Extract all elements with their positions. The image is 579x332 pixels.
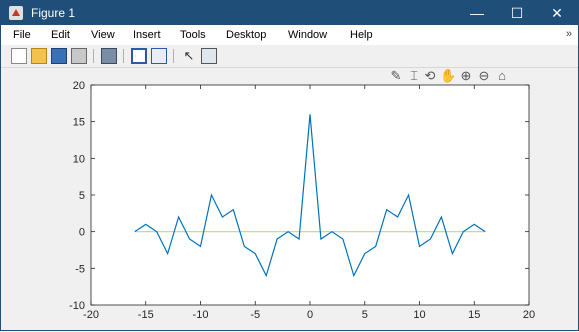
y-tick-label: 0 <box>79 227 85 239</box>
x-tick-label: 0 <box>307 309 313 321</box>
x-tick-label: 10 <box>413 309 425 321</box>
x-tick-label: 15 <box>468 309 480 321</box>
y-tick-label: 10 <box>73 153 85 165</box>
x-tick-label: -5 <box>250 309 260 321</box>
x-tick-label: 20 <box>523 309 535 321</box>
x-tick-label: -15 <box>138 309 154 321</box>
x-tick-label: -10 <box>193 309 209 321</box>
line-plot-svg: -20 -15 -10 -5 0 5 10 15 20 -10 -5 0 5 10 15 20 <box>1 1 579 332</box>
y-tick-label: 15 <box>73 117 85 129</box>
y-tick-label: 5 <box>79 190 85 202</box>
y-tick-label: -10 <box>69 300 85 312</box>
figure-window: Figure 1 — ☐ ✕ File Edit View Insert Too… <box>0 0 579 331</box>
y-tick-label: 20 <box>73 80 85 92</box>
x-tick-label: 5 <box>362 309 368 321</box>
x-tick-label: -20 <box>83 309 99 321</box>
y-tick-label: -5 <box>75 263 85 275</box>
